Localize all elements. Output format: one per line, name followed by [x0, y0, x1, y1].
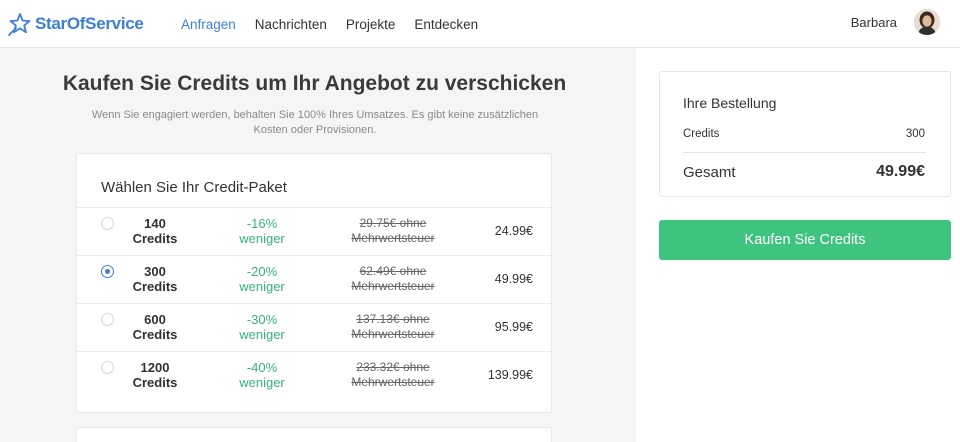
package-old-price: 62.49€ ohne Mehrwertsteuer [351, 264, 435, 293]
order-credits-value: 300 [905, 128, 925, 140]
package-row-600[interactable]: 600 Credits -30% weniger 137.13€ ohne Me… [77, 303, 551, 351]
package-credits: 140 Credits [132, 216, 178, 246]
package-old-price: 233.32€ ohne Mehrwertsteuer [351, 360, 435, 389]
package-price: 49.99€ [494, 272, 533, 286]
package-price: 95.99€ [494, 320, 533, 334]
package-price: 24.99€ [494, 224, 533, 238]
user-avatar-icon [914, 9, 940, 35]
next-section-card [76, 427, 552, 442]
nav-item-nachrichten[interactable]: Nachrichten [255, 17, 327, 32]
package-radio-600[interactable] [101, 313, 114, 326]
package-discount: -30% weniger [239, 312, 285, 342]
package-row-1200[interactable]: 1200 Credits -40% weniger 233.32€ ohne M… [77, 351, 551, 399]
nav-item-anfragen[interactable]: Anfragen [181, 17, 236, 32]
buy-credits-button[interactable]: Kaufen Sie Credits [659, 220, 951, 260]
nav-item-entdecken[interactable]: Entdecken [414, 17, 478, 32]
package-discount: -40% weniger [239, 360, 285, 390]
nav-item-projekte[interactable]: Projekte [346, 17, 396, 32]
star-logo-icon [8, 13, 31, 36]
package-old-price: 137.13€ ohne Mehrwertsteuer [351, 312, 435, 341]
main-nav: Anfragen Nachrichten Projekte Entdecken [181, 0, 497, 48]
package-radio-140[interactable] [101, 217, 114, 230]
order-summary-card: Ihre Bestellung Credits 300 Gesamt 49.99… [659, 71, 951, 197]
package-credits: 300 Credits [132, 264, 178, 294]
logo[interactable]: StarOfService [7, 11, 144, 37]
order-credits-label: Credits [683, 128, 720, 140]
order-title: Ihre Bestellung [683, 95, 777, 111]
order-divider [683, 152, 926, 153]
package-radio-300[interactable] [101, 265, 114, 278]
top-navbar: StarOfService Anfragen Nachrichten Proje… [0, 0, 960, 48]
package-radio-1200[interactable] [101, 361, 114, 374]
order-total-label: Gesamt [683, 164, 736, 181]
page-subtitle: Wenn Sie engagiert werden, behalten Sie … [91, 109, 539, 136]
package-old-price: 29.75€ ohne Mehrwertsteuer [351, 216, 435, 245]
credit-package-card: Wählen Sie Ihr Credit-Paket 140 Credits … [76, 153, 552, 413]
package-row-300[interactable]: 300 Credits -20% weniger 62.49€ ohne Meh… [77, 255, 551, 303]
card-title: Wählen Sie Ihr Credit-Paket [101, 179, 287, 196]
package-discount: -20% weniger [239, 264, 285, 294]
package-credits: 600 Credits [132, 312, 178, 342]
package-credits: 1200 Credits [132, 360, 178, 390]
package-price: 139.99€ [487, 368, 533, 382]
user-name[interactable]: Barbara [851, 15, 897, 30]
order-total-value: 49.99€ [876, 163, 925, 180]
avatar[interactable] [914, 9, 940, 35]
logo-text: StarOfService [35, 14, 144, 33]
package-discount: -16% weniger [239, 216, 285, 246]
page-title: Kaufen Sie Credits um Ihr Angebot zu ver… [62, 72, 567, 95]
package-row-140[interactable]: 140 Credits -16% weniger 29.75€ ohne Meh… [77, 207, 551, 255]
